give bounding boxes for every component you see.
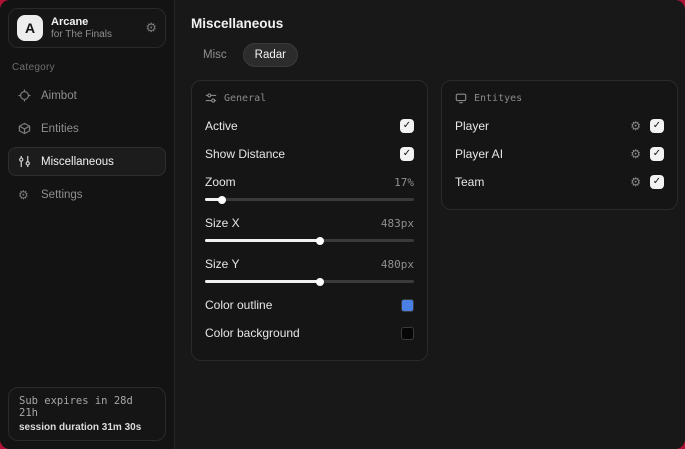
setting-row-color-background: Color background [205,321,414,345]
gear-icon[interactable]: ⚙ [630,176,641,188]
app-window: A Arcane for The Finals ⚙ Category Aimbo… [0,0,685,449]
category-label: Category [12,62,55,73]
subscription-card: Sub expires in 28d 21h session duration … [8,387,166,441]
crosshair-icon [18,89,32,102]
monitor-icon [455,92,467,104]
entity-row-team: Team ⚙ ✓ [455,170,664,194]
app-logo: A [17,15,43,41]
size-x-slider-fill [205,239,320,242]
size-y-slider-fill [205,280,320,283]
color-outline-swatch[interactable] [401,298,414,312]
zoom-slider[interactable] [205,198,414,201]
sidebar-item-entities[interactable]: Entities [8,114,166,143]
player-checkbox[interactable]: ✓ [650,119,664,133]
team-checkbox[interactable]: ✓ [650,175,664,189]
size-y-slider[interactable] [205,280,414,283]
tab-radar[interactable]: Radar [242,43,298,67]
sidebar-item-label: Miscellaneous [41,155,114,168]
sidebar-item-settings[interactable]: ⚙ Settings [8,180,166,210]
panels-row: General Active ✓ Show Distance ✓ Zoom 17… [191,80,678,361]
sliders-icon [18,155,32,168]
main-content: Miscellaneous Misc Radar General Active … [175,0,685,449]
gear-icon[interactable]: ⚙ [630,120,641,132]
cube-icon [18,122,32,135]
setting-row-size-x: Size X 483px [205,211,414,235]
setting-label: Color outline [205,298,273,312]
entities-panel: Entityes Player ⚙ ✓ Player AI ⚙ ✓ Team ⚙… [441,80,678,210]
sidebar-item-aimbot[interactable]: Aimbot [8,81,166,110]
page-title: Miscellaneous [191,16,284,31]
entity-label: Player [455,119,490,133]
setting-label: Show Distance [205,147,286,161]
size-x-slider[interactable] [205,239,414,242]
gear-icon[interactable]: ⚙ [630,148,641,160]
entity-label: Team [455,175,485,189]
zoom-value: 17% [394,175,414,189]
setting-label: Size X [205,216,240,230]
sidebar: A Arcane for The Finals ⚙ Category Aimbo… [0,0,175,449]
session-duration-text: session duration 31m 30s [19,422,142,433]
player-ai-checkbox[interactable]: ✓ [650,147,664,161]
gear-icon[interactable]: ⚙ [145,20,157,36]
size-y-value: 480px [380,257,414,271]
setting-row-color-outline: Color outline [205,293,414,317]
sub-expires-text: Sub expires in 28d 21h [19,395,133,419]
app-meta: Arcane for The Finals [51,16,137,40]
setting-label: Active [205,119,238,133]
zoom-slider-fill [205,198,222,201]
sidebar-item-label: Settings [41,189,83,201]
tab-misc[interactable]: Misc [191,43,239,67]
setting-label: Zoom [205,175,236,189]
setting-label: Color background [205,326,300,340]
setting-label: Size Y [205,257,240,271]
entities-panel-header: Entityes [455,92,664,104]
setting-row-zoom: Zoom 17% [205,170,414,194]
general-panel-header: General [205,92,414,104]
app-name: Arcane [51,15,89,28]
entity-label: Player AI [455,147,504,161]
color-background-swatch[interactable] [401,326,414,340]
size-x-value: 483px [380,216,414,230]
setting-row-active: Active ✓ [205,114,414,138]
active-checkbox[interactable]: ✓ [400,119,414,133]
general-panel: General Active ✓ Show Distance ✓ Zoom 17… [191,80,428,361]
tab-bar: Misc Radar [191,43,678,67]
app-header-card: A Arcane for The Finals ⚙ [8,8,166,48]
sidebar-item-label: Entities [41,122,79,135]
setting-row-show-distance: Show Distance ✓ [205,142,414,166]
general-panel-title: General [224,92,267,104]
sidebar-item-miscellaneous[interactable]: Miscellaneous [8,147,166,176]
show-distance-checkbox[interactable]: ✓ [400,147,414,161]
sidebar-item-label: Aimbot [41,89,77,102]
app-subtitle: for The Finals [51,28,112,40]
entity-row-player-ai: Player AI ⚙ ✓ [455,142,664,166]
entities-panel-title: Entityes [474,92,523,104]
sidebar-menu: Aimbot Entities Miscellaneous ⚙ Settings [8,81,166,210]
sliders-icon [205,92,217,104]
setting-row-size-y: Size Y 480px [205,252,414,276]
entity-row-player: Player ⚙ ✓ [455,114,664,138]
gear-icon: ⚙ [18,188,29,202]
